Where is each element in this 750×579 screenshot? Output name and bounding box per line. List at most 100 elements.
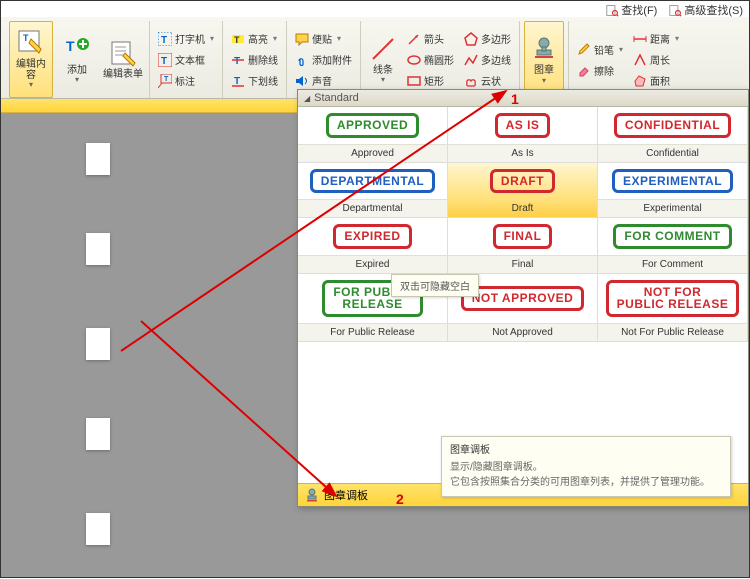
sound-icon	[295, 74, 309, 88]
ellipse-icon	[407, 53, 421, 67]
stamp-item-expired[interactable]: EXPIREDExpired	[298, 218, 448, 274]
arrow-button[interactable]: 箭头	[403, 29, 458, 48]
stamp-item-not-for-public-release[interactable]: NOT FOR PUBLIC RELEASENot For Public Rel…	[598, 274, 748, 342]
stamp-icon	[304, 487, 320, 503]
add-icon: T	[63, 35, 91, 63]
cloud-button[interactable]: 云状	[460, 71, 515, 90]
textbox-icon: T	[158, 53, 172, 67]
stamp-caption: Approved	[298, 144, 447, 162]
chevron-down-icon: ▾	[75, 76, 79, 85]
polygon-button[interactable]: 多边形	[460, 29, 515, 48]
stamp-caption: Not For Public Release	[598, 323, 747, 341]
chevron-down-icon: ▾	[29, 81, 33, 90]
chevron-down-icon: ▾	[337, 34, 341, 43]
typewriter-icon: T	[158, 32, 172, 46]
strikeout-icon: T	[231, 53, 245, 67]
area-icon	[633, 74, 647, 88]
underline-button[interactable]: T下划线	[227, 71, 282, 90]
stamp-item-final[interactable]: FINALFinal	[448, 218, 598, 274]
tooltip-line: 显示/隐藏图章调板。	[450, 460, 722, 475]
advanced-search-icon	[669, 4, 682, 17]
stamp-button[interactable]: 图章 ▾	[524, 21, 564, 98]
search-icon	[606, 4, 619, 17]
edit-content-label: 编辑内容	[12, 59, 50, 81]
edit-form-label: 编辑表单	[103, 69, 143, 80]
stamp-caption: As Is	[448, 144, 597, 162]
eraser-button[interactable]: 擦除	[573, 61, 627, 80]
sticky-note-icon	[295, 32, 309, 46]
stamp-caption: Confidential	[598, 144, 747, 162]
strikeout-button[interactable]: T删除线	[227, 50, 282, 69]
svg-text:T: T	[234, 35, 240, 45]
perimeter-icon	[633, 53, 647, 67]
highlight-button[interactable]: T高亮▾	[227, 29, 282, 48]
stamp-caption: Final	[448, 255, 597, 273]
rectangle-button[interactable]: 矩形	[403, 71, 458, 90]
stamp-item-as-is[interactable]: AS ISAs Is	[448, 107, 598, 163]
stamp-icon	[531, 35, 557, 61]
page-thumb[interactable]	[86, 513, 110, 545]
page-thumb[interactable]	[86, 143, 110, 175]
edit-content-icon: T	[17, 29, 45, 57]
stamp-item-draft[interactable]: DRAFTDraft	[448, 163, 598, 219]
tooltip-title: 图章调板	[450, 443, 722, 458]
callout-button[interactable]: T标注	[154, 71, 218, 90]
add-label: 添加	[67, 65, 87, 76]
edit-form-icon	[109, 39, 137, 67]
tooltip-line: 它包含按照集合分类的可用图章列表，并提供了管理功能。	[450, 475, 722, 490]
palette-header[interactable]: ◢ Standard	[298, 90, 748, 107]
distance-icon	[633, 32, 647, 46]
stamp-caption: Not Approved	[448, 323, 597, 341]
page-thumb[interactable]	[86, 418, 110, 450]
svg-text:T: T	[66, 38, 75, 54]
sound-button[interactable]: 声音	[291, 71, 356, 90]
stamp-caption: For Comment	[598, 255, 747, 273]
stamp-item-for-comment[interactable]: FOR COMMENTFor Comment	[598, 218, 748, 274]
stamp-item-confidential[interactable]: CONFIDENTIALConfidential	[598, 107, 748, 163]
chevron-down-icon: ▾	[273, 34, 277, 43]
svg-text:T: T	[161, 35, 167, 46]
area-button[interactable]: 面积	[629, 71, 683, 90]
perimeter-button[interactable]: 周长	[629, 50, 683, 69]
arrow-icon	[407, 32, 421, 46]
pencil-button[interactable]: 铅笔▾	[573, 40, 627, 59]
advanced-find-button[interactable]: 高级查找(S)	[669, 2, 743, 18]
page-thumb[interactable]	[86, 328, 110, 360]
polyline-button[interactable]: 多边线	[460, 50, 515, 69]
callout-icon: T	[158, 74, 172, 88]
eraser-icon	[577, 63, 591, 77]
chevron-down-icon: ▾	[381, 76, 385, 85]
edit-content-button[interactable]: T 编辑内容 ▾	[9, 21, 53, 98]
blank-space-tooltip: 双击可隐藏空白	[391, 274, 479, 297]
stamp-item-experimental[interactable]: EXPERIMENTALExperimental	[598, 163, 748, 219]
stamp-item-departmental[interactable]: DEPARTMENTALDepartmental	[298, 163, 448, 219]
pencil-icon	[577, 42, 591, 56]
highlight-icon: T	[231, 32, 245, 46]
underline-icon: T	[231, 74, 245, 88]
ellipse-button[interactable]: 椭圆形	[403, 50, 458, 69]
stamp-caption: For Public Release	[298, 323, 447, 341]
chevron-down-icon: ▾	[210, 34, 214, 43]
stamp-caption: Expired	[298, 255, 447, 273]
find-button[interactable]: 查找(F)	[606, 2, 657, 18]
advanced-find-label: 高级查找(S)	[684, 2, 743, 18]
stamp-item-approved[interactable]: APPROVEDApproved	[298, 107, 448, 163]
line-button[interactable]: 线条 ▾	[365, 21, 401, 98]
line-icon	[369, 35, 397, 63]
polyline-icon	[464, 53, 478, 67]
chevron-down-icon: ▾	[542, 76, 546, 85]
textbox-button[interactable]: T文本框	[154, 50, 218, 69]
stamp-caption: Draft	[448, 199, 597, 217]
page-thumb[interactable]	[86, 233, 110, 265]
find-label: 查找(F)	[621, 2, 657, 18]
collapse-icon: ◢	[304, 94, 310, 103]
distance-button[interactable]: 距离▾	[629, 29, 683, 48]
polygon-icon	[464, 32, 478, 46]
edit-form-button[interactable]: 编辑表单	[101, 21, 145, 98]
add-button[interactable]: T 添加 ▾	[55, 21, 99, 98]
attach-file-button[interactable]: 添加附件	[291, 50, 356, 69]
sticky-note-button[interactable]: 便贴▾	[291, 29, 356, 48]
paperclip-icon	[295, 53, 309, 67]
svg-text:T: T	[234, 56, 240, 67]
typewriter-button[interactable]: T打字机▾	[154, 29, 218, 48]
